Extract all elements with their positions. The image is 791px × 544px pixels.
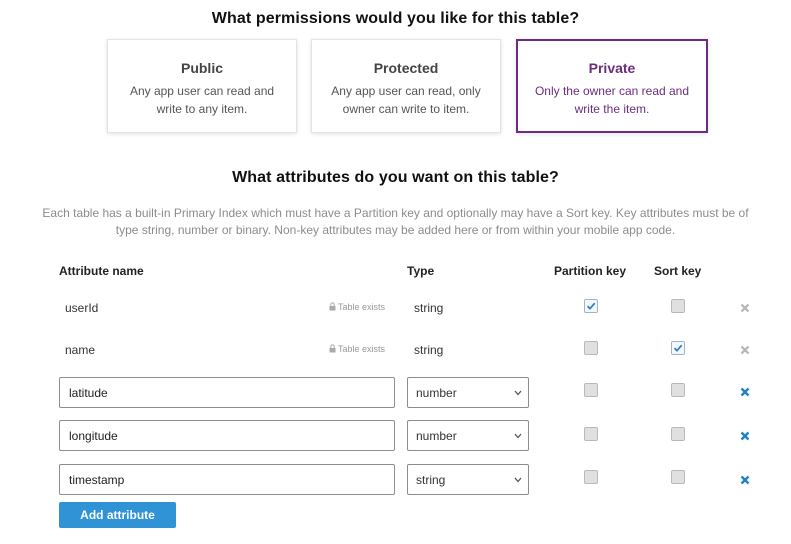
attribute-type-select[interactable]: string: [407, 464, 529, 495]
attribute-type-select[interactable]: number: [407, 420, 529, 451]
partition-key-checkbox[interactable]: [584, 470, 598, 484]
chevron-down-icon: [514, 390, 522, 396]
add-attribute-button[interactable]: Add attribute: [59, 502, 176, 528]
permission-card-description: Any app user can read and write to any i…: [129, 84, 275, 116]
delete-attribute-icon[interactable]: [740, 475, 750, 485]
attributes-title: What attributes do you want on this tabl…: [232, 169, 559, 186]
partition-key-checkbox[interactable]: [584, 383, 598, 397]
table-exists-label: Table exists: [338, 302, 386, 312]
lock-icon: [329, 302, 336, 311]
delete-attribute-icon[interactable]: [740, 387, 750, 397]
column-header-type: Type: [407, 264, 435, 278]
delete-attribute-icon[interactable]: [740, 303, 750, 313]
attribute-name-input[interactable]: [59, 377, 395, 408]
column-header-attribute-name: Attribute name: [59, 264, 144, 278]
table-exists-label: Table exists: [338, 344, 386, 354]
permission-card-title: Private: [588, 60, 636, 76]
lock-icon: [329, 344, 336, 353]
checkmark-icon: [586, 302, 596, 310]
permission-card-description: Only the owner can read and write the it…: [534, 84, 690, 116]
attribute-name-input[interactable]: [59, 420, 395, 451]
attribute-name: name: [65, 343, 96, 357]
sort-key-checkbox[interactable]: [671, 299, 685, 313]
permission-card-private[interactable]: Private Only the owner can read and writ…: [516, 39, 708, 133]
attribute-type-value: number: [416, 429, 457, 443]
permission-card-title: Protected: [373, 60, 439, 76]
permission-card-public[interactable]: Public Any app user can read and write t…: [107, 39, 297, 133]
permission-card-description: Any app user can read, only owner can wr…: [331, 84, 481, 116]
delete-attribute-icon[interactable]: [740, 431, 750, 441]
table-exists-note: Table exists: [329, 344, 385, 354]
attribute-type-select[interactable]: number: [407, 377, 529, 408]
checkmark-icon: [673, 344, 683, 352]
attribute-type: string: [414, 301, 444, 315]
sort-key-checkbox[interactable]: [671, 427, 685, 441]
attributes-description: Each table has a built-in Primary Index …: [42, 206, 749, 237]
partition-key-checkbox[interactable]: [584, 341, 598, 355]
sort-key-checkbox[interactable]: [671, 383, 685, 397]
attribute-type-value: string: [416, 473, 446, 487]
partition-key-checkbox[interactable]: [584, 427, 598, 441]
chevron-down-icon: [514, 477, 522, 483]
table-exists-note: Table exists: [329, 302, 385, 312]
column-header-partition-key: Partition key: [554, 264, 627, 278]
permissions-title: What permissions would you like for this…: [211, 10, 580, 27]
permission-card-title: Public: [180, 60, 223, 76]
chevron-down-icon: [514, 433, 522, 439]
partition-key-checkbox[interactable]: [584, 299, 598, 313]
sort-key-checkbox[interactable]: [671, 341, 685, 355]
permission-card-protected[interactable]: Protected Any app user can read, only ow…: [311, 39, 501, 133]
column-header-sort-key: Sort key: [654, 264, 702, 278]
sort-key-checkbox[interactable]: [671, 470, 685, 484]
attribute-name: userId: [65, 301, 99, 315]
attribute-name-input[interactable]: [59, 464, 395, 495]
attribute-type-value: number: [416, 386, 457, 400]
delete-attribute-icon[interactable]: [740, 345, 750, 355]
attribute-type: string: [414, 343, 444, 357]
